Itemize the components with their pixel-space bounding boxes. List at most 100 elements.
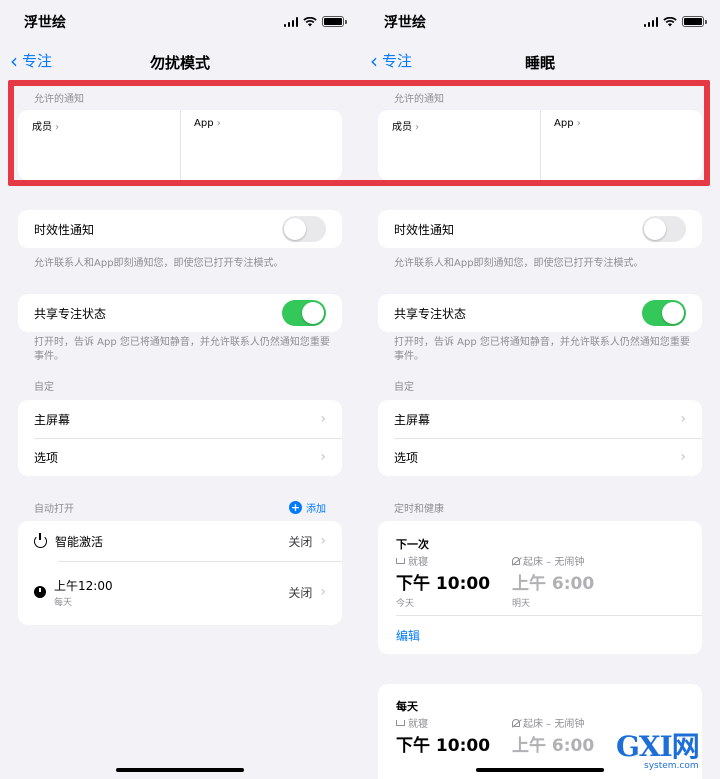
time-sensitive-row: 时效性通知 — [18, 210, 342, 248]
wifi-icon — [663, 16, 677, 26]
wake-time: 上午 6:00 — [512, 736, 595, 756]
bedtime-label-row: 就寝 — [396, 715, 490, 730]
add-label: 添加 — [306, 504, 326, 515]
share-status-row: 共享专注状态 — [378, 294, 702, 332]
time-sensitive-toggle[interactable] — [642, 216, 686, 242]
nav-bar: ‹ 专注 勿扰模式 — [0, 50, 360, 74]
schedule-value: 关闭 — [288, 585, 313, 600]
home-screen-row[interactable]: 主屏幕 › — [378, 400, 702, 438]
smart-activation-value: 关闭 — [288, 534, 313, 549]
customize-header: 自定 — [34, 382, 54, 393]
status-bar: 浮世绘 — [0, 12, 360, 32]
bedtime-column: 就寝 下午 10:00 今天 — [396, 553, 490, 609]
watermark-logo: GXI网 system.com — [616, 733, 716, 775]
options-label: 选项 — [34, 450, 59, 465]
nav-bar: ‹ 专注 睡眠 — [360, 50, 720, 74]
status-bar: 浮世绘 — [360, 12, 720, 32]
plus-icon: + — [289, 501, 302, 514]
allowed-apps-cell[interactable]: App › — [554, 118, 581, 129]
chevron-right-icon: › — [320, 449, 326, 465]
bed-icon — [396, 557, 405, 564]
share-status-group: 共享专注状态 — [378, 294, 702, 332]
home-indicator — [116, 768, 244, 772]
chevron-right-icon: › — [412, 122, 420, 133]
battery-icon — [322, 16, 347, 27]
schedule-time: 上午12:00 — [54, 578, 113, 593]
next-heading: 下一次 — [396, 538, 429, 551]
page-title: 睡眠 — [524, 54, 555, 72]
power-icon — [34, 532, 47, 548]
apps-label: App — [554, 118, 574, 129]
share-status-footnote: 打开时，告诉 App 您已将通知静音，并允许联系人仍然通知您重要事件。 — [394, 337, 690, 362]
time-sensitive-toggle[interactable] — [282, 216, 326, 242]
bedtime-time: 下午 10:00 — [396, 574, 491, 594]
share-status-label: 共享专注状态 — [34, 306, 107, 321]
page-title: 勿扰模式 — [149, 54, 210, 72]
options-row[interactable]: 选项 › — [18, 438, 342, 476]
allowed-apps-cell[interactable]: App › — [194, 118, 221, 129]
chevron-right-icon: › — [52, 122, 60, 133]
share-status-toggle[interactable] — [642, 300, 686, 326]
apps-label: App — [194, 118, 214, 129]
divider — [540, 110, 541, 180]
add-automation-button[interactable]: + 添加 — [289, 500, 326, 515]
share-status-row: 共享专注状态 — [18, 294, 342, 332]
divider — [180, 110, 181, 180]
schedule-repeat: 每天 — [54, 597, 73, 608]
divider — [396, 615, 702, 616]
options-row[interactable]: 选项 › — [378, 438, 702, 476]
toggle-knob — [644, 218, 666, 240]
customize-group: 主屏幕 › 选项 › — [18, 400, 342, 476]
wake-day: 明天 — [512, 599, 531, 609]
chevron-right-icon: › — [213, 118, 221, 129]
share-status-group: 共享专注状态 — [18, 294, 342, 332]
people-label: 成员 — [392, 122, 412, 133]
wake-label-row: 起床 – 无闹钟 — [512, 715, 594, 730]
cellular-signal-icon — [283, 16, 298, 27]
schedule-row[interactable]: 上午12:00 每天 关闭 › — [18, 569, 342, 615]
wake-label: 起床 – 无闹钟 — [523, 557, 585, 568]
next-sleep-card[interactable]: 下一次 就寝 下午 10:00 今天 起床 – 无闹钟 上午 6:00 明天 编… — [378, 521, 702, 654]
chevron-right-icon: › — [320, 584, 326, 600]
smart-activation-row[interactable]: 智能激活 关闭 › — [18, 521, 342, 561]
toggle-knob — [662, 302, 684, 324]
time-sensitive-group: 时效性通知 — [378, 210, 702, 248]
carrier-label: 浮世绘 — [24, 15, 66, 31]
schedule-header: 定时和健康 — [394, 504, 444, 515]
time-sensitive-group: 时效性通知 — [18, 210, 342, 248]
time-sensitive-footnote: 允许联系人和App即刻通知您，即使您已打开专注模式。 — [394, 258, 644, 269]
wake-label-row: 起床 – 无闹钟 — [512, 553, 594, 568]
allowed-people-cell[interactable]: 成员 › — [32, 118, 59, 133]
carrier-label: 浮世绘 — [384, 15, 426, 31]
home-screen-label: 主屏幕 — [394, 412, 431, 427]
divider — [58, 561, 342, 562]
battery-icon — [682, 16, 707, 27]
status-icons — [643, 16, 707, 27]
share-status-toggle[interactable] — [282, 300, 326, 326]
share-status-footnote: 打开时，告诉 App 您已将通知静音，并允许联系人仍然通知您重要事件。 — [34, 337, 330, 362]
options-label: 选项 — [394, 450, 419, 465]
chevron-right-icon: › — [573, 118, 581, 129]
chevron-right-icon: › — [320, 533, 326, 549]
bedtime-column: 就寝 下午 10:00 — [396, 715, 490, 756]
alarm-off-icon — [512, 556, 520, 565]
home-indicator — [476, 768, 604, 772]
time-sensitive-row: 时效性通知 — [378, 210, 702, 248]
bedtime-time: 下午 10:00 — [396, 736, 491, 756]
wake-column: 起床 – 无闹钟 上午 6:00 — [512, 715, 594, 756]
allowed-people-cell[interactable]: 成员 › — [392, 118, 419, 133]
bedtime-day: 今天 — [396, 599, 415, 609]
time-sensitive-label: 时效性通知 — [34, 222, 95, 237]
schedule-labels: 上午12:00 每天 — [54, 577, 288, 608]
customize-header: 自定 — [394, 382, 414, 393]
home-screen-row[interactable]: 主屏幕 › — [18, 400, 342, 438]
status-icons — [283, 16, 347, 27]
auto-on-header: 自动打开 — [34, 504, 74, 515]
chevron-right-icon: › — [680, 449, 686, 465]
wifi-icon — [303, 16, 317, 26]
wake-time: 上午 6:00 — [512, 574, 595, 594]
people-label: 成员 — [32, 122, 52, 133]
auto-on-group: 智能激活 关闭 › 上午12:00 每天 关闭 › — [18, 521, 342, 625]
customize-group: 主屏幕 › 选项 › — [378, 400, 702, 476]
edit-schedule-button[interactable]: 编辑 — [396, 627, 420, 644]
